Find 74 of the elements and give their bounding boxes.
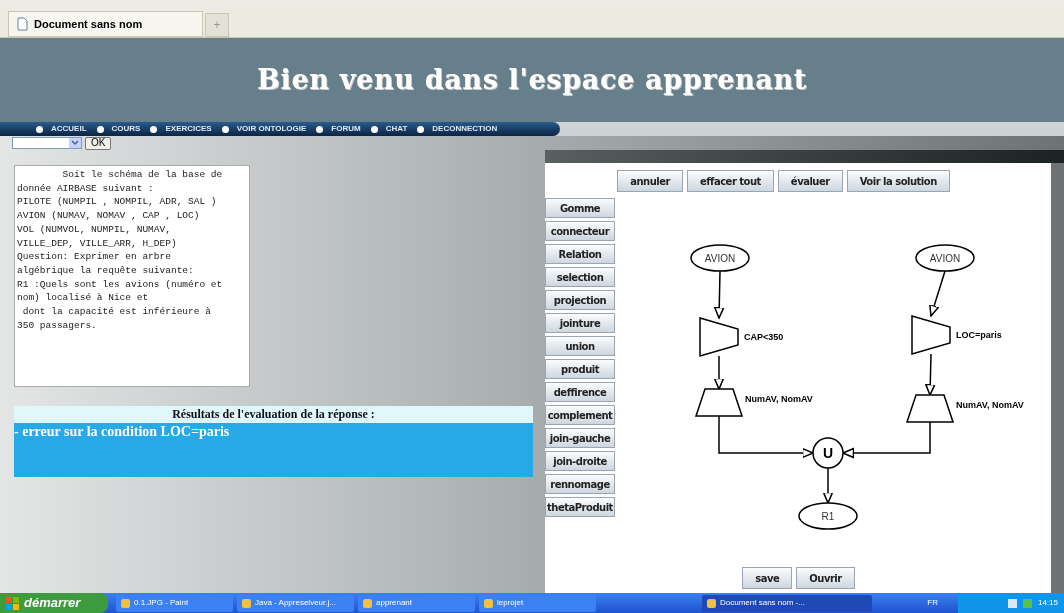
connector-arrow [929,270,946,317]
error-message: - erreur sur la condition LOC=paris [14,423,231,441]
taskbar-item[interactable]: 0.1.JPG - Paint [116,594,233,612]
tool-button[interactable]: join-gauche [545,428,615,448]
nav-link[interactable]: ACCUEIL [51,123,87,135]
results-title: Résultats de l'evaluation de la réponse : [14,406,533,423]
union-node: U [812,437,844,469]
tool-button[interactable]: selection [545,267,615,287]
attributes-label: NumAV, NomAV [745,394,813,404]
nav-link[interactable]: COURS [111,123,141,135]
browser-tab[interactable]: Document sans nom [8,11,203,37]
app-icon [242,598,251,608]
document-icon [17,17,28,31]
bullet-icon [370,125,378,133]
action-button[interactable]: effacer tout [686,170,774,192]
tool-button[interactable]: complement [545,405,615,425]
relation-node: AVION [690,244,750,272]
attributes-label: NumAV, NomAV [956,400,1024,410]
selection-node [699,317,739,357]
tool-button[interactable]: Gomme [545,198,615,218]
condition-label: LOC=paris [956,330,1002,340]
bullet-icon [221,125,229,133]
tool-button[interactable]: projection [545,290,615,310]
windows-logo-icon [6,596,19,610]
tool-button[interactable]: connecteur [545,221,615,241]
tool-button[interactable]: join-droite [545,451,615,471]
taskbar-item[interactable]: Document sans nom -... [702,594,872,612]
action-button[interactable]: évaluer [777,170,843,192]
tool-button[interactable]: rennomage [545,474,615,494]
tool-button[interactable]: thetaProduit [545,497,615,517]
tool-button[interactable]: produit [545,359,615,379]
taskbar-item[interactable]: leprojet [479,594,596,612]
nav-link[interactable]: VOIR ONTOLOGIE [236,123,307,135]
condition-label: CAP<350 [744,332,784,342]
relation-node: AVION [915,244,975,272]
action-button[interactable]: Voir la solution [846,170,950,192]
bullet-icon [150,125,158,133]
taskbar-item[interactable]: apprenant [358,594,475,612]
taskbar-item[interactable]: Java - Appreselveur.j... [237,594,354,612]
dropdown[interactable] [12,137,82,149]
bullet-icon [96,125,104,133]
nav-link[interactable]: CHAT [385,123,408,135]
exercise-text: Soit le schéma de la base de donnée AIRBASE suivant : PILOTE (NUMPIL , NOMPIL, ADR, SAL ) AVION (NUMAV, NOMAV , CAP , LOC) VOL (NUMVOL, NUMPIL, NUMAV, VILLE_DEP, VILLE_ARR, H_DEP) Question: Exprimer en arbre algébrique la requête suivante: R1 :Quels sont les avions (numéro et nom) localisé à Nice et dont la capacité est inférieure à 350 passagers. [14,165,250,387]
bullet-icon [316,125,324,133]
connector-arrow [713,355,725,390]
bullet-icon [417,125,425,133]
tool-button[interactable]: jointure [545,313,615,333]
nav-link[interactable]: FORUM [331,123,361,135]
nav-link[interactable]: EXERCICES [165,123,212,135]
tool-button[interactable]: union [545,336,615,356]
connector-arrow [713,270,725,319]
selection-node [911,315,951,355]
tool-button[interactable]: Relation [545,244,615,264]
app-icon [121,598,130,608]
app-icon [707,598,716,608]
banner-title: Bien venu dans l'espace apprenant [257,62,807,97]
projection-node [905,394,955,423]
clock: 14:15 [1037,597,1058,609]
action-button[interactable]: annuler [617,170,683,192]
projection-node [694,388,744,417]
app-icon [484,598,493,608]
connector-arrow [925,353,936,396]
connector-arrow [822,467,834,504]
relation-node: R1 [798,502,858,530]
tool-button[interactable]: deffirence [545,382,615,402]
language-indicator: FR [927,597,938,609]
start-button[interactable]: démarrer [0,593,108,613]
file-button[interactable]: Ouvrir [796,567,855,589]
file-button[interactable]: save [742,567,793,589]
chevron-down-icon [69,138,81,148]
bullet-icon [36,125,43,133]
nav-link[interactable]: DECONNECTION [432,123,498,135]
ok-button[interactable]: OK [85,136,112,150]
app-icon [363,598,372,608]
